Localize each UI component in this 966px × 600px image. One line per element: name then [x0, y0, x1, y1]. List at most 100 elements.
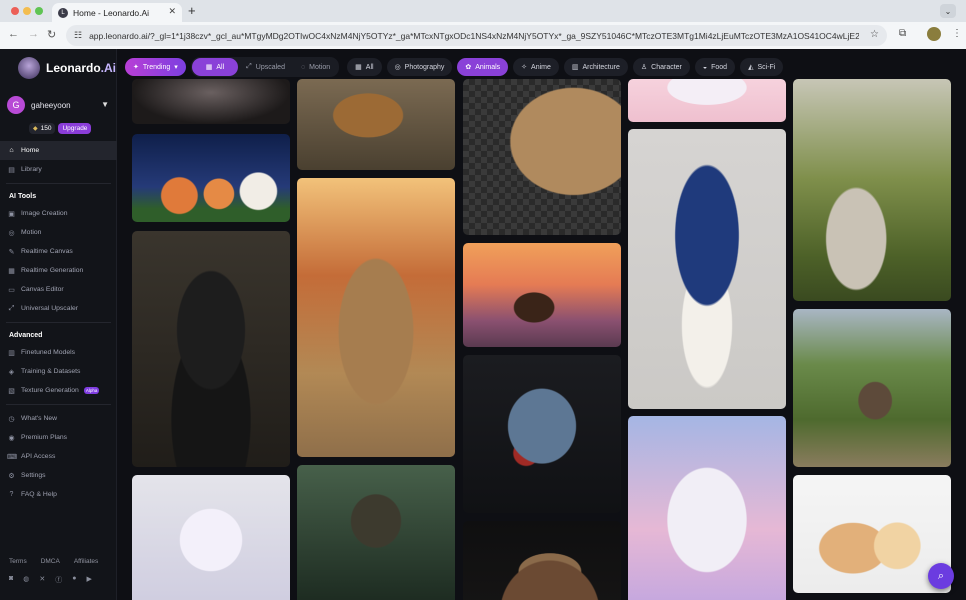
site-info-icon[interactable]: ☷: [74, 30, 82, 41]
tab-menu-icon[interactable]: ⌄: [940, 4, 956, 18]
paw-icon: ✿: [465, 64, 472, 71]
sidebar-item-label: API Access: [21, 453, 56, 460]
sort-dropdown[interactable]: ✦ Trending ▾: [125, 58, 186, 76]
extensions-icon[interactable]: ⧉: [899, 28, 906, 39]
gallery-image-woman-headwrap[interactable]: [463, 521, 621, 600]
media-filter-upscaled[interactable]: ⤢ Upscaled: [238, 58, 293, 76]
media-filter-motion[interactable]: ◌ Motion: [293, 58, 338, 76]
gallery-image-horse-sunset[interactable]: [463, 243, 621, 347]
gallery-image-white-bunny[interactable]: [628, 79, 786, 122]
category-chip-architecture[interactable]: ▥ Architecture: [563, 58, 628, 76]
minimize-window-button[interactable]: [23, 7, 31, 15]
category-chip-food[interactable]: ◒ Food: [694, 58, 736, 76]
browser-tab[interactable]: L Home - Leonardo.Ai ✕: [52, 3, 182, 22]
media-filter-label: All: [216, 63, 225, 71]
category-chip-character[interactable]: ♙ Character: [632, 58, 690, 76]
back-icon[interactable]: ←: [8, 28, 19, 40]
media-filter-all[interactable]: ▦ All: [191, 58, 239, 76]
user-menu[interactable]: G gaheeyoon ▼: [7, 96, 111, 114]
address-bar[interactable]: ☷ app.leonardo.ai/?_gl=1*1j38czv*_gcl_au…: [66, 25, 887, 46]
sidebar-item-api-access[interactable]: ⌨ API Access: [0, 447, 117, 466]
sidebar-item-realtime-generation[interactable]: ▦ Realtime Generation: [0, 261, 117, 280]
models-icon: ▥: [8, 349, 15, 357]
realtime-icon: ▦: [8, 267, 15, 275]
category-chip-anime[interactable]: ✧ Anime: [513, 58, 559, 76]
gallery-image-fluffy-cat[interactable]: [463, 79, 621, 235]
facebook-icon[interactable]: ⓕ: [55, 575, 62, 585]
caret-down-icon[interactable]: ▼: [101, 100, 109, 109]
affiliates-link[interactable]: Affiliates: [74, 558, 98, 565]
news-icon: ◷: [8, 415, 15, 423]
image-grid: [132, 79, 954, 600]
sidebar-item-settings[interactable]: ⚙ Settings: [0, 466, 117, 485]
category-chip-all[interactable]: ▦ All: [347, 58, 382, 76]
forward-icon[interactable]: →: [28, 28, 39, 40]
sidebar-item-universal-upscaler[interactable]: ⤢ Universal Upscaler: [0, 299, 117, 318]
gallery-image-border-collie[interactable]: [628, 129, 786, 409]
category-chip-sci-fi[interactable]: ◭ Sci-Fi: [740, 58, 784, 76]
sidebar-item-canvas-editor[interactable]: ▭ Canvas Editor: [0, 280, 117, 299]
discord-icon[interactable]: ◙: [9, 575, 13, 585]
new-tab-icon[interactable]: +: [188, 3, 196, 18]
gallery-image-black-cat[interactable]: [132, 231, 290, 467]
sidebar-item-image-creation[interactable]: ▣ Image Creation: [0, 204, 117, 223]
gallery-image-white-fluffy-cat[interactable]: [628, 416, 786, 600]
sidebar-item-label: Home: [21, 147, 40, 154]
sidebar-item-finetuned-models[interactable]: ▥ Finetuned Models: [0, 343, 117, 362]
category-label: All: [365, 63, 374, 71]
gallery-image-white-purple-cat[interactable]: [132, 475, 290, 600]
close-window-button[interactable]: [11, 7, 19, 15]
category-chip-animals[interactable]: ✿ Animals: [457, 58, 509, 76]
building-icon: ▥: [571, 64, 579, 71]
gallery-image-lion[interactable]: [297, 79, 455, 170]
gallery-image-stone-horse-relief[interactable]: [297, 178, 455, 457]
token-icon: ◆: [33, 126, 38, 132]
token-balance: ◆ 150: [29, 123, 56, 134]
x-icon[interactable]: ✕: [39, 575, 45, 585]
browser-profile-avatar[interactable]: [927, 27, 941, 41]
section-title-ai-tools: AI Tools: [9, 192, 37, 200]
sparkle-icon: ✧: [521, 64, 528, 71]
gallery-image-ring[interactable]: [132, 79, 290, 124]
sidebar-item-training-datasets[interactable]: ◈ Training & Datasets: [0, 362, 117, 381]
maximize-window-button[interactable]: [35, 7, 43, 15]
gallery-image-shepherd-sheep[interactable]: [793, 79, 951, 301]
sidebar-item-motion[interactable]: ◎ Motion: [0, 223, 117, 242]
sidebar-item-home[interactable]: ⌂ Home: [0, 141, 117, 160]
sidebar-item-premium-plans[interactable]: ◉ Premium Plans: [0, 428, 117, 447]
gallery-image-eagle-mask[interactable]: [463, 355, 621, 513]
sidebar-item-texture-generation[interactable]: ▧ Texture Generation Alpha: [0, 381, 117, 400]
reddit-icon[interactable]: ◍: [23, 575, 29, 585]
close-tab-icon[interactable]: ✕: [168, 6, 176, 17]
upscale-icon: ⤢: [246, 63, 252, 70]
play-store-icon[interactable]: ▶: [86, 575, 91, 585]
sidebar-item-label: FAQ & Help: [21, 491, 57, 498]
sidebar-item-label: Training & Datasets: [21, 368, 81, 375]
sidebar-item-library[interactable]: ▤ Library: [0, 160, 117, 179]
category-chip-photography[interactable]: ◎ Photography: [386, 58, 453, 76]
food-icon: ◒: [702, 63, 708, 71]
gallery-image-insect-creature[interactable]: [297, 465, 455, 600]
url-text: app.leonardo.ai/?_gl=1*1j38czv*_gcl_au*M…: [89, 30, 860, 41]
gallery-image-foxes-bunny[interactable]: [132, 134, 290, 222]
dmca-link[interactable]: DMCA: [41, 558, 60, 565]
apple-icon[interactable]: ●: [72, 575, 76, 585]
sidebar-item-realtime-canvas[interactable]: ✎ Realtime Canvas: [0, 242, 117, 261]
terms-link[interactable]: Terms: [9, 558, 27, 565]
sidebar-item-label: Settings: [21, 472, 46, 479]
gallery-image-monkey-path[interactable]: [793, 309, 951, 467]
search-fab-icon[interactable]: ⌕: [928, 563, 954, 589]
sidebar-item-faq-help[interactable]: ? FAQ & Help: [0, 485, 117, 504]
logo-avatar-icon: [18, 57, 40, 79]
browser-menu-icon[interactable]: ⋮: [952, 28, 962, 39]
divider: [6, 183, 111, 184]
footer-links: Terms DMCA Affiliates: [9, 558, 98, 565]
settings-icon: ⚙: [8, 472, 15, 480]
logo[interactable]: Leonardo.Ai: [18, 57, 116, 79]
upgrade-button[interactable]: Upgrade: [58, 123, 92, 134]
divider: [6, 404, 111, 405]
reload-icon[interactable]: ↻: [47, 28, 56, 41]
sidebar-item-whats-new[interactable]: ◷ What's New: [0, 409, 117, 428]
camera-icon: ◎: [394, 64, 401, 71]
bookmark-star-icon[interactable]: ☆: [870, 29, 879, 40]
